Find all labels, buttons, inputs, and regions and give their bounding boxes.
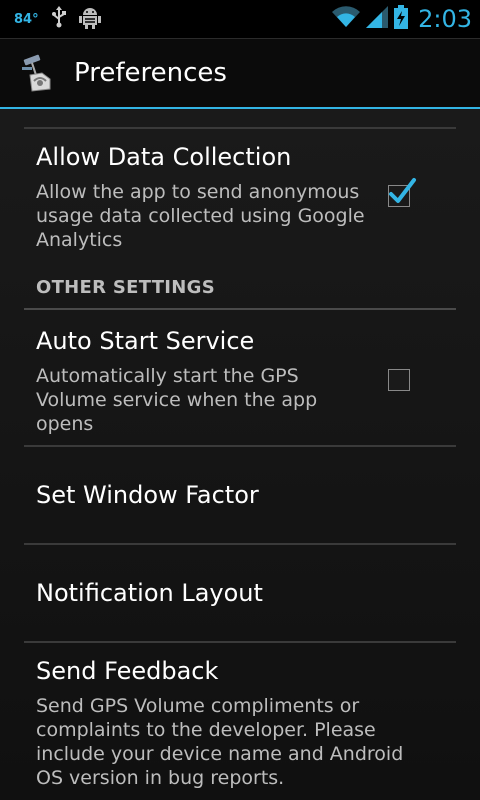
pref-title: Auto Start Service — [36, 327, 255, 355]
usb-icon — [51, 6, 67, 32]
app-icon[interactable] — [20, 53, 60, 93]
clock: 2:03 — [418, 5, 472, 33]
divider — [24, 543, 456, 545]
page-title: Preferences — [74, 58, 227, 88]
auto-start-service-checkbox[interactable] — [388, 369, 410, 391]
checkmark-icon — [389, 178, 416, 203]
pref-summary: Allow the app to send anonymous usage da… — [36, 181, 365, 251]
section-divider — [24, 308, 456, 310]
pref-summary: Automatically start the GPS Volume servi… — [36, 365, 318, 435]
wifi-icon — [332, 6, 361, 32]
section-header-other-settings: OTHER SETTINGS — [36, 277, 215, 298]
action-bar: Preferences — [0, 39, 480, 109]
pref-title: Notification Layout — [36, 579, 263, 607]
signal-icon — [366, 6, 389, 32]
android-debug-icon — [78, 5, 101, 33]
divider — [24, 641, 456, 643]
pref-title: Set Window Factor — [36, 481, 259, 509]
pref-title: Allow Data Collection — [36, 143, 292, 171]
divider — [24, 127, 456, 129]
temperature-indicator: 84° — [14, 11, 39, 27]
pref-title: Send Feedback — [36, 657, 219, 685]
status-bar: 84° 2:03 — [0, 0, 480, 39]
battery-charging-icon — [394, 5, 409, 33]
allow-data-collection-checkbox[interactable] — [388, 178, 416, 207]
preferences-list: Allow Data Collection Allow the app to s… — [0, 109, 480, 800]
status-bar-right: 2:03 — [332, 0, 472, 38]
pref-summary: Send GPS Volume compliments or complaint… — [36, 695, 404, 789]
divider — [24, 445, 456, 447]
status-bar-left: 84° — [14, 0, 101, 38]
